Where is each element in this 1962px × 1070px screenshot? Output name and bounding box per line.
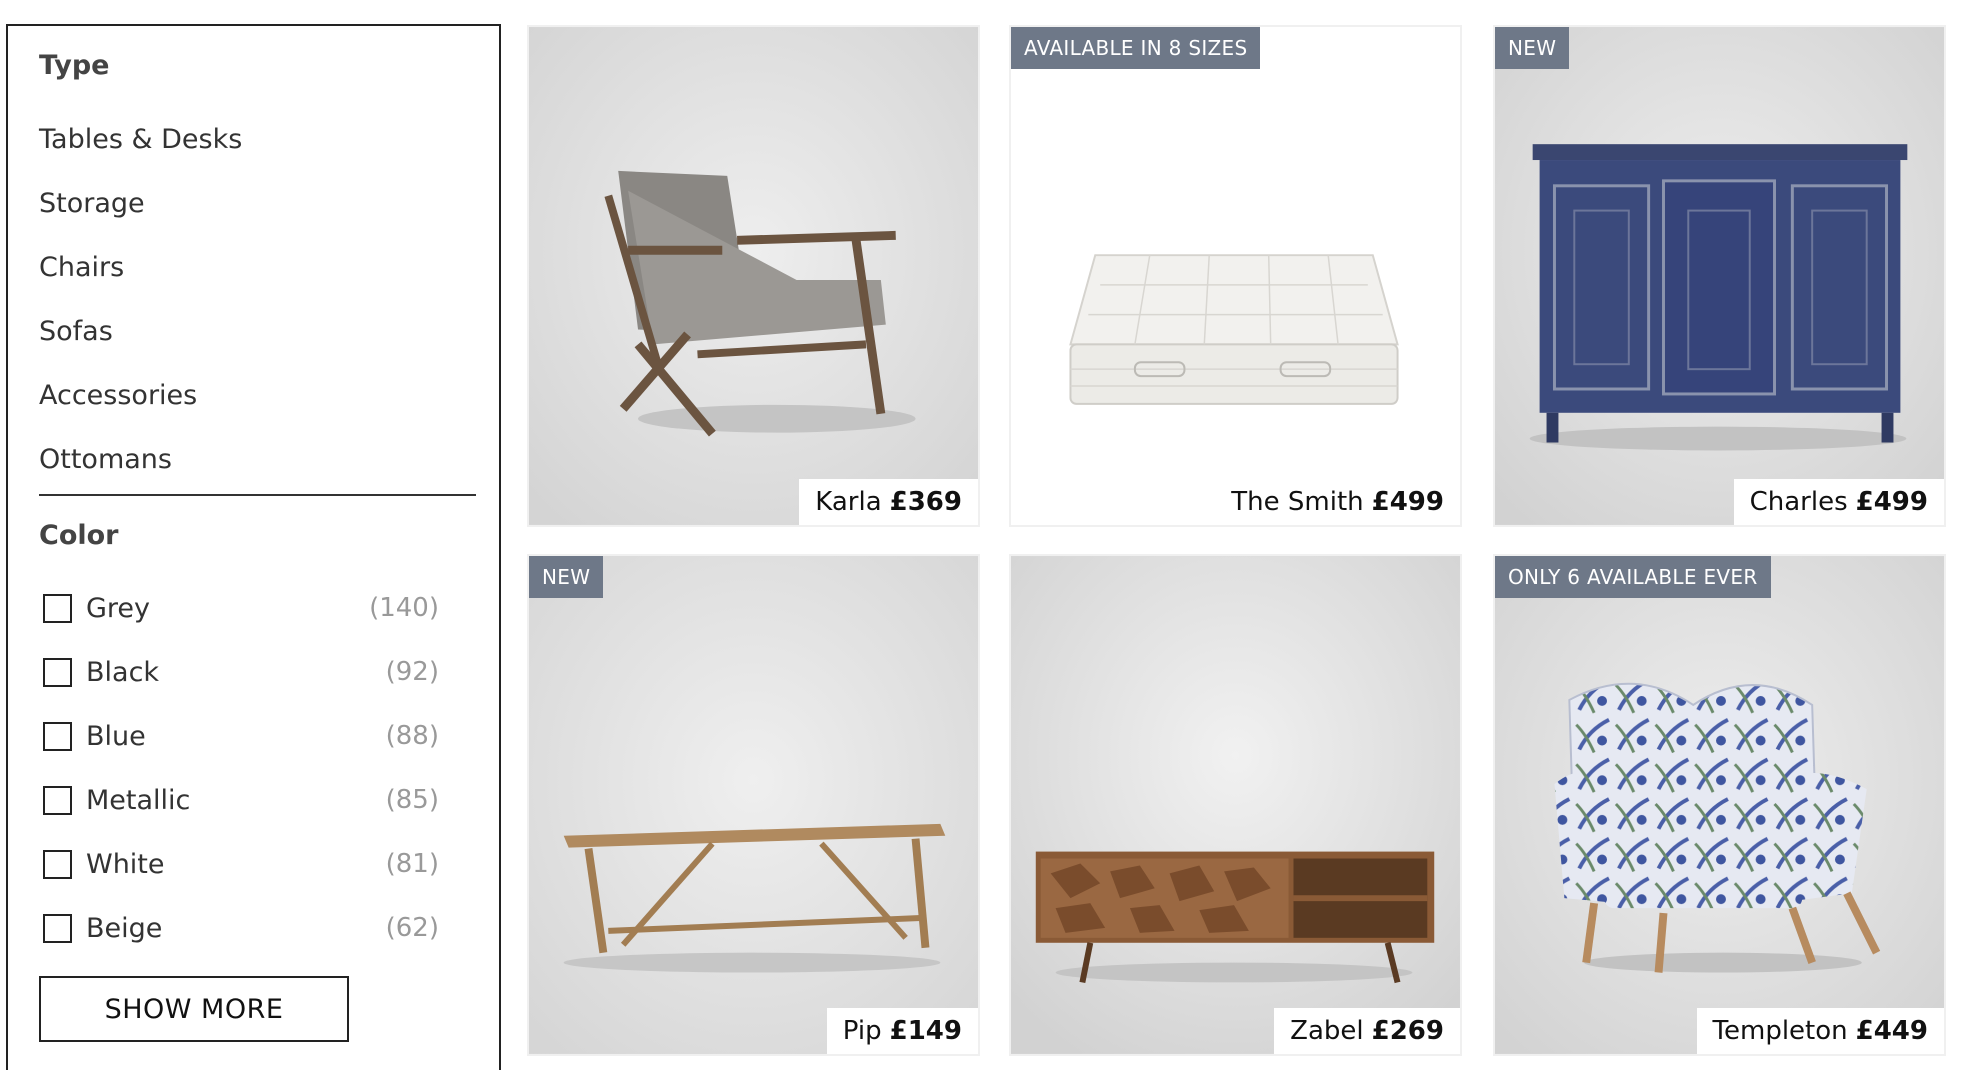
floral-armchair-image: [1495, 556, 1944, 1054]
mattress-image: [1011, 27, 1460, 525]
color-count: (85): [385, 785, 439, 815]
color-filter-beige[interactable]: Beige (62): [39, 896, 439, 960]
color-label: Blue: [86, 720, 146, 752]
product-price: £149: [889, 1016, 962, 1046]
type-filter-accessories[interactable]: Accessories: [39, 364, 242, 428]
product-badge: ONLY 6 AVAILABLE EVER: [1495, 556, 1771, 598]
product-label: Pip £149: [826, 1008, 978, 1054]
type-filter-ottomans[interactable]: Ottomans: [39, 428, 242, 492]
color-filter-grey[interactable]: Grey (140): [39, 576, 439, 640]
color-filter-metallic[interactable]: Metallic (85): [39, 768, 439, 832]
type-filter-tables-desks[interactable]: Tables & Desks: [39, 108, 242, 172]
grey-checkbox[interactable]: [43, 593, 72, 623]
color-label: Black: [86, 656, 160, 688]
color-count: (140): [369, 593, 439, 623]
product-card-charles[interactable]: NEW Charles £499: [1493, 25, 1946, 527]
filter-divider: [39, 494, 476, 496]
bench-image: [529, 556, 978, 1054]
type-filter-storage[interactable]: Storage: [39, 172, 242, 236]
product-name: The Smith: [1231, 487, 1364, 517]
white-checkbox[interactable]: [43, 849, 72, 879]
color-label: White: [86, 848, 165, 880]
color-count: (92): [385, 657, 439, 687]
color-count: (62): [385, 913, 439, 943]
type-filter-title: Type: [39, 50, 110, 81]
media-unit-image: [1011, 556, 1460, 1054]
product-card-templeton[interactable]: ONLY 6 AVAILABLE EVER Templeton £449: [1493, 554, 1946, 1056]
product-price: £449: [1855, 1016, 1928, 1046]
product-label: The Smith £499: [1215, 479, 1460, 525]
product-card-zabel[interactable]: Zabel £269: [1009, 554, 1462, 1056]
product-grid: Karla £369 AVAILABLE IN 8 SIZES The Smith…: [527, 25, 1947, 1070]
armchair-image: [529, 27, 978, 525]
filter-sidebar: Type Tables & Desks Storage Chairs Sofas…: [6, 24, 501, 1070]
beige-checkbox[interactable]: [43, 913, 72, 943]
color-label: Beige: [86, 912, 163, 944]
color-label: Metallic: [86, 784, 191, 816]
product-badge: NEW: [529, 556, 604, 598]
product-label: Karla £369: [799, 479, 978, 525]
product-card-pip[interactable]: NEW Pip £149: [527, 554, 980, 1056]
product-card-the-smith[interactable]: AVAILABLE IN 8 SIZES The Smith £499: [1009, 25, 1462, 527]
product-badge: NEW: [1495, 27, 1570, 69]
product-name: Charles: [1749, 487, 1848, 517]
color-count: (81): [385, 849, 439, 879]
type-filter-chairs[interactable]: Chairs: [39, 236, 242, 300]
product-label: Zabel £269: [1274, 1008, 1460, 1054]
product-label: Charles £499: [1733, 479, 1944, 525]
product-price: £269: [1371, 1016, 1444, 1046]
color-count: (88): [385, 721, 439, 751]
product-name: Karla: [815, 487, 882, 517]
type-filter-sofas[interactable]: Sofas: [39, 300, 242, 364]
metallic-checkbox[interactable]: [43, 785, 72, 815]
color-filter-list: Grey (140) Black (92) Blue (88) Metallic…: [39, 576, 439, 960]
product-card-karla[interactable]: Karla £369: [527, 25, 980, 527]
color-filter-black[interactable]: Black (92): [39, 640, 439, 704]
product-label: Templeton £449: [1696, 1008, 1944, 1054]
sideboard-image: [1495, 27, 1944, 525]
color-filter-title: Color: [39, 520, 119, 551]
product-price: £499: [1371, 487, 1444, 517]
product-name: Pip: [842, 1016, 882, 1046]
product-price: £499: [1855, 487, 1928, 517]
product-badge: AVAILABLE IN 8 SIZES: [1011, 27, 1261, 69]
color-filter-blue[interactable]: Blue (88): [39, 704, 439, 768]
product-price: £369: [889, 487, 962, 517]
black-checkbox[interactable]: [43, 657, 72, 687]
blue-checkbox[interactable]: [43, 721, 72, 751]
color-filter-white[interactable]: White (81): [39, 832, 439, 896]
show-more-button[interactable]: SHOW MORE: [39, 976, 349, 1042]
color-label: Grey: [86, 592, 151, 624]
type-filter-list: Tables & Desks Storage Chairs Sofas Acce…: [39, 108, 242, 492]
product-name: Templeton: [1712, 1016, 1848, 1046]
product-name: Zabel: [1290, 1016, 1364, 1046]
